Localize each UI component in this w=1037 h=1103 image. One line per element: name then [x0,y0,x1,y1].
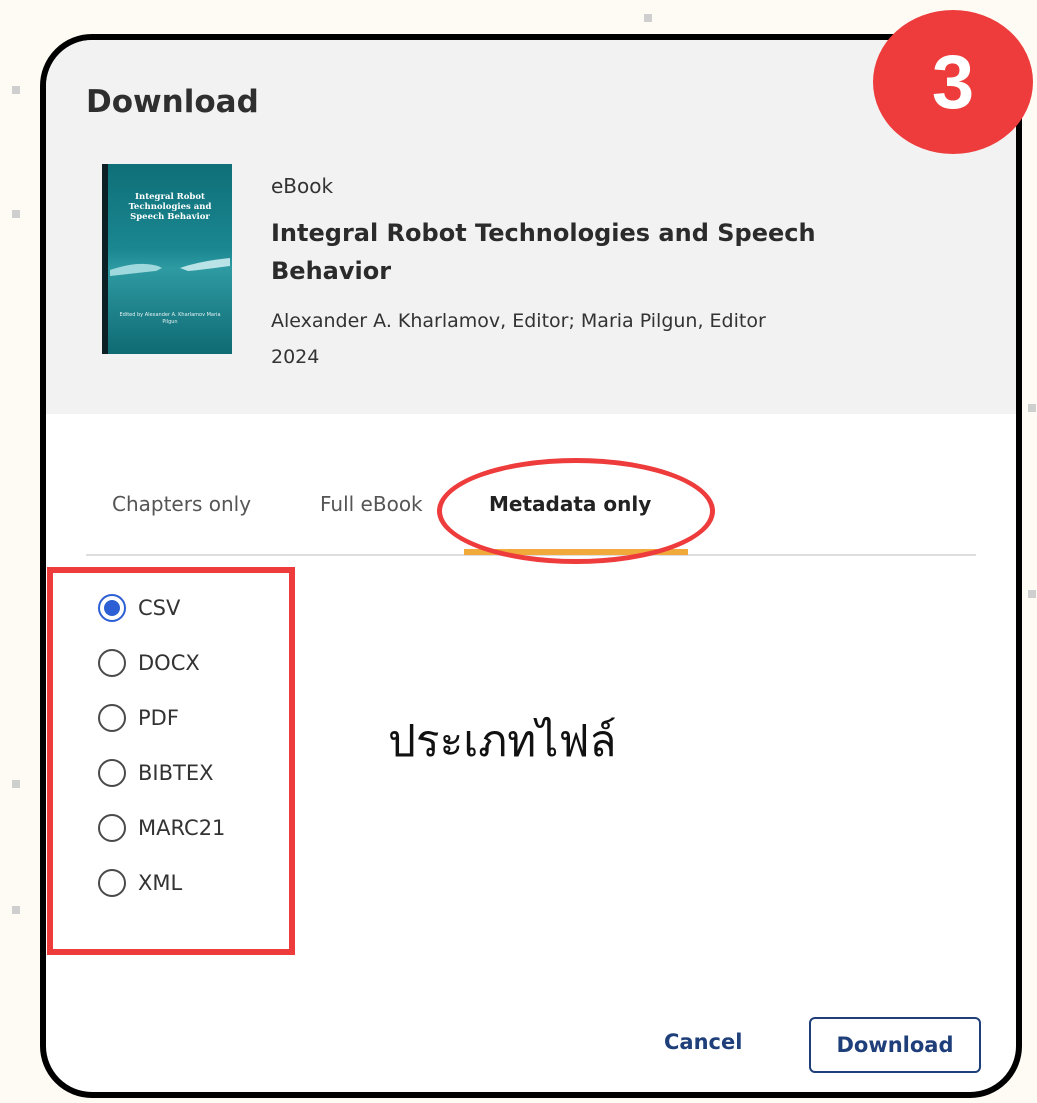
tab-chapters-only[interactable]: Chapters only [112,492,251,516]
background-dot [1028,590,1036,598]
book-authors: Alexander A. Kharlamov, Editor; Maria Pi… [271,310,766,332]
tab-full-ebook[interactable]: Full eBook [320,492,423,516]
download-button[interactable]: Download [809,1017,981,1073]
cancel-button[interactable]: Cancel [664,1030,742,1054]
dialog-header: Download Integral Robot Technologies and… [46,40,1016,414]
background-dot [12,86,20,94]
background-dot [12,906,20,914]
book-title: Integral Robot Technologies and Speech B… [271,219,816,285]
cover-editors: Edited by Alexander A. Kharlamov Maria P… [119,312,221,325]
background-dot [1028,404,1036,412]
reaching-hands-graphic [110,258,230,276]
dialog-title: Download [86,84,259,120]
cover-title: Integral Robot Technologies and Speech B… [128,192,212,222]
book-type: eBook [271,174,334,198]
step-number-badge: 3 [873,10,1033,154]
book-cover-image: Integral Robot Technologies and Speech B… [102,164,232,354]
background-dot [644,14,652,22]
metadata-tab-highlight-ellipse [437,458,715,564]
background-dot [12,210,20,218]
background-dot [12,780,20,788]
book-year: 2024 [271,346,320,368]
file-type-annotation: ประเภทไฟล์ [388,716,617,767]
format-options-highlight-box [47,567,295,955]
